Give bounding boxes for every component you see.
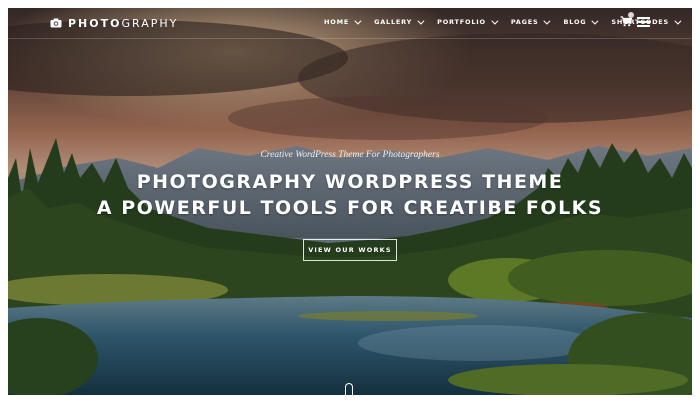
nav-item-home[interactable]: HOME [324, 17, 362, 26]
nav-item-portfolio-label: PORTFOLIO [437, 18, 486, 26]
hamburger-line [637, 17, 650, 19]
hero-heading-line-1: PHOTOGRAPHY WORDPRESS THEME [136, 171, 564, 193]
nav-item-home-label: HOME [324, 18, 350, 26]
hamburger-menu-icon[interactable] [637, 17, 650, 27]
nav-item-pages[interactable]: PAGES [510, 17, 551, 26]
hamburger-line [637, 25, 650, 27]
chevron-down-icon [491, 17, 499, 25]
view-our-works-button[interactable]: VIEW OUR WORKS [303, 239, 397, 261]
nav-item-gallery-label: GALLERY [374, 18, 413, 26]
nav-item-blog[interactable]: BLOG [563, 17, 599, 26]
cart-count-badge [628, 12, 634, 18]
camera-icon [50, 18, 62, 28]
logo-text-bold: PHOTO [68, 16, 122, 30]
chevron-down-icon [354, 17, 362, 25]
chevron-down-icon [674, 17, 682, 25]
chevron-down-icon [543, 17, 551, 25]
nav-item-pages-label: PAGES [510, 18, 539, 26]
logo-text-light: GRAPHY [121, 16, 179, 30]
top-navigation-bar: PHOTOGRAPHY HOME GALLERY PORTFOLIO PAGES… [8, 8, 692, 39]
nav-item-blog-label: BLOG [563, 18, 587, 26]
nav-item-portfolio[interactable]: PORTFOLIO [437, 17, 499, 26]
page-frame: PHOTOGRAPHY HOME GALLERY PORTFOLIO PAGES… [0, 0, 700, 403]
hamburger-line [637, 21, 650, 23]
chevron-down-icon [591, 17, 599, 25]
nav-item-gallery[interactable]: GALLERY [374, 17, 425, 26]
chevron-down-icon [417, 17, 425, 25]
hero-tagline: Creative WordPress Theme For Photographe… [260, 150, 440, 160]
hero-section: PHOTOGRAPHY HOME GALLERY PORTFOLIO PAGES… [8, 8, 692, 395]
logo-text: PHOTOGRAPHY [68, 17, 178, 30]
mouse-scroll-icon[interactable] [345, 383, 353, 395]
hero-heading-line-2: A POWERFUL TOOLS FOR CREATIBE FOLKS [96, 197, 604, 219]
site-logo[interactable]: PHOTOGRAPHY [50, 16, 178, 30]
